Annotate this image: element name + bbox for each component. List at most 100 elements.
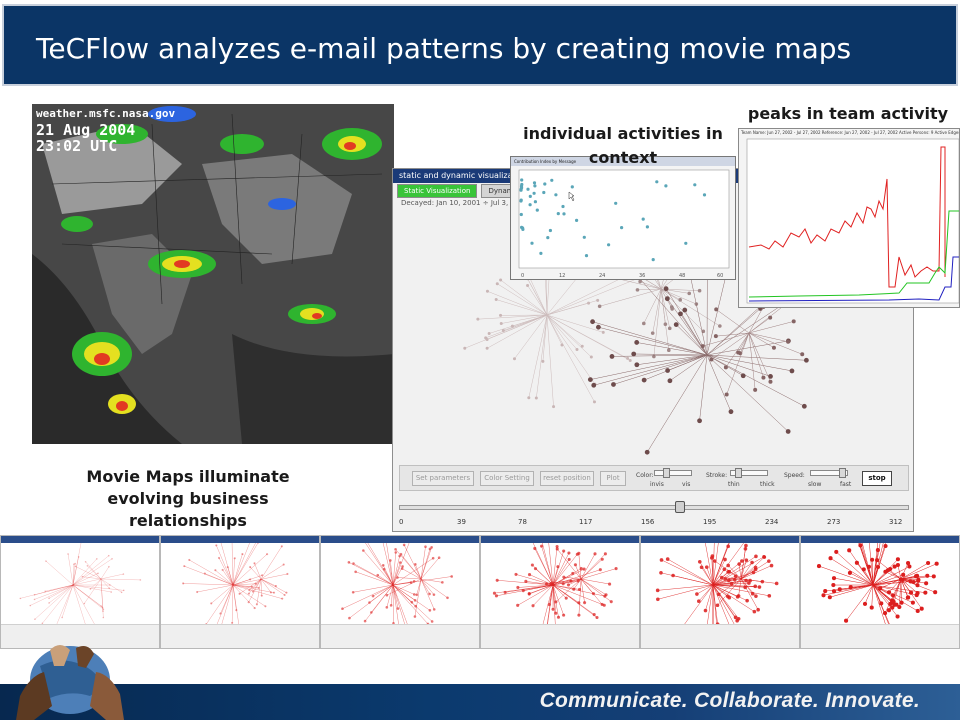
scatter-point bbox=[519, 184, 524, 188]
movie-node bbox=[774, 581, 779, 586]
plot-button[interactable]: Plot bbox=[600, 471, 626, 486]
movie-edge bbox=[845, 584, 874, 621]
movie-node bbox=[412, 593, 416, 596]
movie-edge bbox=[100, 566, 110, 580]
network-node bbox=[499, 322, 503, 326]
reset-position-button[interactable]: reset position bbox=[540, 471, 594, 486]
network-edge bbox=[706, 354, 789, 432]
network-node bbox=[771, 345, 776, 350]
movie-edge bbox=[517, 584, 554, 606]
movie-node bbox=[215, 544, 218, 547]
network-node bbox=[597, 304, 602, 309]
movie-node bbox=[915, 591, 920, 596]
network-node bbox=[644, 449, 650, 455]
scatter-point bbox=[684, 241, 688, 245]
movie-edge bbox=[260, 546, 283, 580]
color-setting-button[interactable]: Color Setting bbox=[480, 471, 534, 486]
movie-node bbox=[659, 558, 664, 562]
stroke-slider[interactable] bbox=[730, 468, 768, 478]
color-slider[interactable] bbox=[654, 468, 692, 478]
movie-node bbox=[280, 545, 283, 548]
movie-node bbox=[182, 582, 185, 585]
movie-node bbox=[754, 594, 758, 598]
movie-node bbox=[354, 570, 357, 574]
movie-node bbox=[567, 551, 571, 555]
movie-node bbox=[414, 563, 417, 566]
network-node bbox=[495, 282, 499, 286]
network-node bbox=[552, 405, 556, 409]
timeline-track[interactable] bbox=[399, 505, 909, 510]
movie-node bbox=[286, 572, 289, 576]
movie-frame[interactable] bbox=[320, 535, 480, 649]
scatter-point bbox=[582, 235, 586, 239]
movie-node bbox=[562, 549, 566, 553]
network-node bbox=[801, 403, 807, 409]
network-node bbox=[485, 289, 489, 293]
movie-node bbox=[821, 593, 826, 598]
network-node bbox=[590, 319, 595, 325]
speed-slider-thumb[interactable] bbox=[839, 468, 846, 478]
movie-node bbox=[608, 582, 612, 586]
network-node bbox=[487, 332, 491, 336]
movie-edge bbox=[197, 584, 234, 593]
movie-edge bbox=[231, 584, 234, 623]
stroke-label: Stroke: bbox=[706, 472, 728, 479]
scatter-point bbox=[702, 193, 707, 197]
movie-node bbox=[241, 553, 244, 556]
movie-frame[interactable] bbox=[160, 535, 320, 649]
movie-node bbox=[736, 594, 741, 598]
network-edge bbox=[611, 354, 708, 357]
movie-node bbox=[600, 557, 604, 561]
movie-frame[interactable] bbox=[800, 535, 960, 649]
stroke-slider-thumb[interactable] bbox=[735, 468, 742, 478]
network-edge bbox=[633, 353, 708, 356]
scatter-point bbox=[693, 183, 697, 187]
movie-frame[interactable] bbox=[480, 535, 640, 649]
color-slider-thumb[interactable] bbox=[663, 468, 670, 478]
network-node bbox=[697, 288, 702, 293]
tab-static-visualization[interactable]: Static Visualization bbox=[397, 184, 478, 198]
movie-node bbox=[217, 556, 221, 560]
movie-node bbox=[45, 560, 47, 562]
movie-node bbox=[394, 551, 398, 554]
movie-node bbox=[272, 591, 276, 594]
movie-node bbox=[908, 590, 914, 595]
movie-node bbox=[389, 604, 393, 607]
network-node bbox=[485, 346, 489, 350]
movie-node bbox=[362, 549, 365, 552]
network-node bbox=[665, 368, 671, 373]
speed-max-label: fast bbox=[840, 481, 852, 488]
network-edge bbox=[546, 314, 554, 407]
movie-frame[interactable] bbox=[0, 535, 160, 649]
timeline-thumb[interactable] bbox=[675, 501, 685, 513]
movie-node bbox=[352, 562, 355, 565]
set-parameters-button[interactable]: Set parameters bbox=[412, 471, 474, 486]
movie-node bbox=[555, 547, 559, 551]
movie-node bbox=[533, 567, 538, 571]
speed-slider[interactable] bbox=[810, 468, 848, 478]
movie-frame[interactable] bbox=[640, 535, 800, 649]
scatter-point bbox=[530, 241, 534, 245]
scatter-point bbox=[575, 218, 579, 222]
movie-edge bbox=[183, 583, 234, 586]
movie-node bbox=[572, 587, 576, 591]
network-edge bbox=[748, 332, 756, 390]
network-node bbox=[687, 291, 692, 296]
movie-node bbox=[81, 575, 84, 578]
weather-satellite-image: weather.msfc.nasa.gov 21 Aug 2004 23:02 … bbox=[32, 104, 394, 444]
movie-node bbox=[737, 562, 741, 566]
network-node bbox=[713, 334, 718, 339]
network-node bbox=[652, 354, 656, 359]
caption-individual-activities: individual activities in context bbox=[523, 124, 723, 167]
movie-node bbox=[816, 564, 822, 569]
stop-button[interactable]: stop bbox=[862, 471, 892, 486]
movie-edge bbox=[705, 543, 714, 586]
color-min-label: invis bbox=[650, 481, 664, 488]
scatter-point bbox=[542, 190, 546, 195]
movie-node bbox=[744, 543, 748, 548]
movie-node bbox=[906, 561, 911, 566]
movie-node bbox=[767, 559, 771, 563]
network-node bbox=[663, 286, 669, 292]
network-edge bbox=[667, 354, 708, 371]
movie-node bbox=[834, 549, 839, 554]
